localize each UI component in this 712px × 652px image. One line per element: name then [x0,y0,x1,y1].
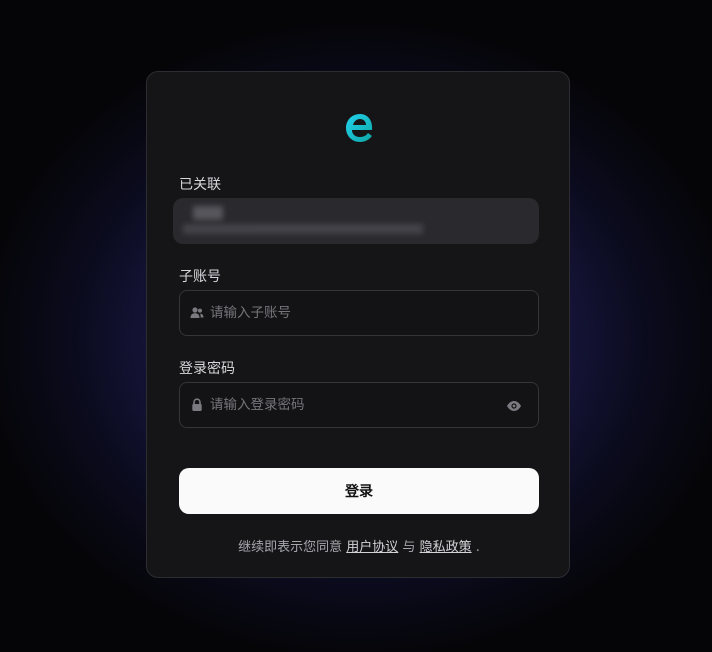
login-button[interactable]: 登录 [179,468,539,514]
sub-account-input[interactable] [210,305,528,321]
password-field[interactable] [179,382,539,428]
sub-account-field[interactable] [179,290,539,336]
linked-account-display [173,198,539,244]
terms-and: 与 [402,540,416,555]
users-icon [190,306,204,320]
lock-icon [190,398,204,412]
login-card: 已关联 子账号 登录密码 登录 [146,71,570,578]
privacy-policy-link[interactable]: 隐私政策 [420,540,472,555]
eye-icon[interactable] [506,398,522,414]
sub-account-label: 子账号 [179,269,221,285]
terms-suffix: . [475,540,480,555]
linked-label: 已关联 [179,177,221,193]
password-input[interactable] [210,397,528,413]
redacted-block [183,224,423,234]
terms-prefix: 继续即表示您同意 [238,540,343,555]
redacted-block [193,206,223,220]
brand-logo-icon [346,114,373,142]
terms-notice: 继续即表示您同意 用户协议 与 隐私政策 . [147,536,571,555]
user-agreement-link[interactable]: 用户协议 [346,540,398,555]
password-label: 登录密码 [179,361,235,377]
